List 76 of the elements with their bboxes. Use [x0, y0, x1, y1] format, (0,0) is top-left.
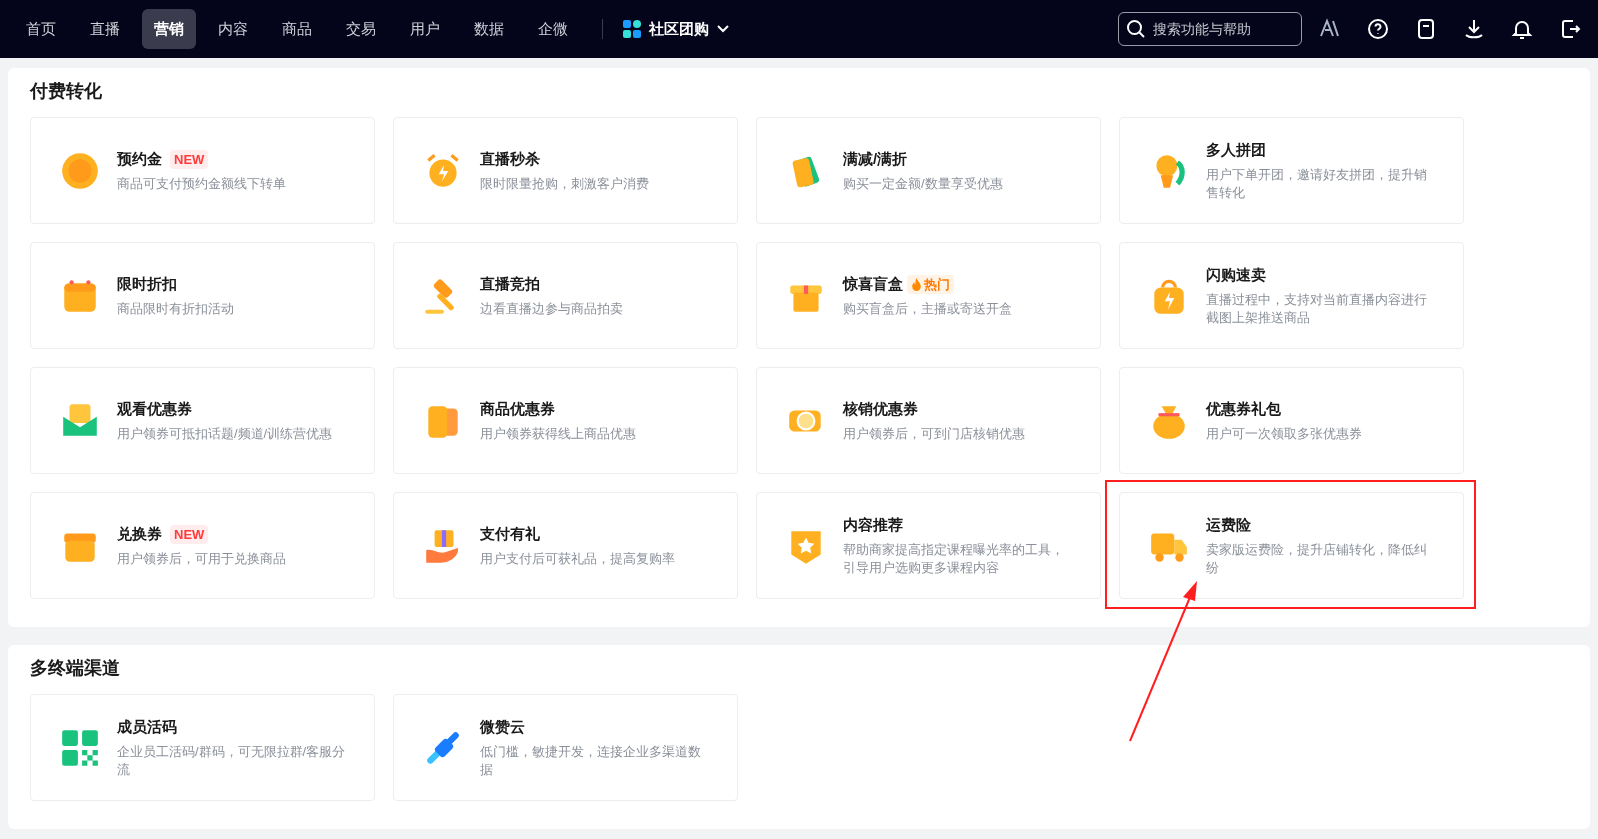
help-icon[interactable] [1366, 17, 1390, 41]
card-title: 微赞云 [480, 717, 525, 738]
card-title: 闪购速卖 [1206, 265, 1266, 286]
search-icon [1126, 19, 1146, 39]
card-description: 用户领券后，可用于兑换商品 [117, 549, 286, 568]
feature-card[interactable]: 商品优惠券 用户领券获得线上商品优惠 [393, 367, 738, 474]
workspace-dropdown[interactable]: 社区团购 [615, 17, 737, 41]
card-description: 购买一定金额/数量享受优惠 [843, 174, 1003, 193]
chevron-down-icon [717, 25, 729, 33]
card-description: 商品可支付预约金额线下转单 [117, 174, 286, 193]
feature-card[interactable]: 预约金 NEW 商品可支付预约金额线下转单 [30, 117, 375, 224]
card-description: 用户领券获得线上商品优惠 [480, 424, 636, 443]
card-title: 内容推荐 [843, 515, 903, 536]
nav-tab[interactable]: 内容 [206, 9, 260, 49]
card-title: 惊喜盲盒 [843, 274, 903, 295]
card-title: 直播秒杀 [480, 149, 540, 170]
card-title: 限时折扣 [117, 274, 177, 295]
card-title: 多人拼团 [1206, 140, 1266, 161]
nav-tab[interactable]: 数据 [462, 9, 516, 49]
feature-card[interactable]: 惊喜盲盒 热门 购买盲盒后，主播或寄送开盒 [756, 242, 1101, 349]
card-title: 成员活码 [117, 717, 177, 738]
card-description: 限时限量抢购，刺激客户消费 [480, 174, 649, 193]
nav-tab[interactable]: 营销 [142, 9, 196, 49]
nav-tab[interactable]: 用户 [398, 9, 452, 49]
card-title: 观看优惠券 [117, 399, 192, 420]
nav-tab[interactable]: 企微 [526, 9, 580, 49]
card-description: 直播过程中，支持对当前直播内容进行截图上架推送商品 [1206, 290, 1428, 327]
card-title: 满减/满折 [843, 149, 908, 170]
card-title: 商品优惠券 [480, 399, 555, 420]
card-description: 边看直播边参与商品拍卖 [480, 299, 623, 318]
feature-card[interactable]: 内容推荐 帮助商家提高指定课程曝光率的工具，引导用户选购更多课程内容 [756, 492, 1101, 599]
card-description: 购买盲盒后，主播或寄送开盒 [843, 299, 1012, 318]
feature-card[interactable]: 兑换券 NEW 用户领券后，可用于兑换商品 [30, 492, 375, 599]
card-description: 商品限时有折扣活动 [117, 299, 234, 318]
card-title: 核销优惠券 [843, 399, 918, 420]
feature-card[interactable]: 满减/满折 购买一定金额/数量享受优惠 [756, 117, 1101, 224]
card-title: 兑换券 [117, 524, 162, 545]
feature-card[interactable]: 观看优惠券 用户领券可抵扣话题/频道/训练营优惠 [30, 367, 375, 474]
feature-card[interactable]: 直播竞拍 边看直播边参与商品拍卖 [393, 242, 738, 349]
card-description: 用户领券后，可到门店核销优惠 [843, 424, 1025, 443]
card-title: 直播竞拍 [480, 274, 540, 295]
section-title: 多终端渠道 [30, 657, 121, 680]
feature-card[interactable]: 微赞云 低门槛，敏捷开发，连接企业多渠道数据 [393, 694, 738, 801]
feature-card[interactable]: 运费险 卖家版运费险，提升店铺转化，降低纠纷 [1119, 492, 1464, 599]
download-icon[interactable] [1462, 17, 1486, 41]
card-description: 用户领券可抵扣话题/频道/训练营优惠 [117, 424, 333, 443]
feature-card[interactable]: 成员活码 企业员工活码/群码，可无限拉群/客服分流 [30, 694, 375, 801]
card-description: 卖家版运费险，提升店铺转化，降低纠纷 [1206, 540, 1428, 577]
card-title: 优惠券礼包 [1206, 399, 1281, 420]
card-title: 支付有礼 [480, 524, 540, 545]
new-badge: NEW [170, 524, 209, 545]
feature-card[interactable]: 多人拼团 用户下单开团，邀请好友拼团，提升销售转化 [1119, 117, 1464, 224]
nav-tab[interactable]: 首页 [14, 9, 68, 49]
card-title: 预约金 [117, 149, 162, 170]
section-title: 付费转化 [30, 80, 103, 103]
nav-tab[interactable]: 直播 [78, 9, 132, 49]
feature-card[interactable]: 核销优惠券 用户领券后，可到门店核销优惠 [756, 367, 1101, 474]
feature-card[interactable]: 限时折扣 商品限时有折扣活动 [30, 242, 375, 349]
card-description: 用户支付后可获礼品，提高复购率 [480, 549, 675, 568]
card-description: 用户可一次领取多张优惠券 [1206, 424, 1362, 443]
nav-tab[interactable]: 商品 [270, 9, 324, 49]
new-badge: NEW [170, 149, 209, 170]
nav-tab[interactable]: 交易 [334, 9, 388, 49]
card-description: 低门槛，敏捷开发，连接企业多渠道数据 [480, 742, 702, 779]
card-description: 帮助商家提高指定课程曝光率的工具，引导用户选购更多课程内容 [843, 540, 1065, 577]
search-field[interactable]: 搜索功能与帮助 [1118, 12, 1302, 46]
hot-badge: 热门 [907, 274, 954, 295]
feature-card[interactable]: 优惠券礼包 用户可一次领取多张优惠券 [1119, 367, 1464, 474]
grid-icon [623, 20, 641, 38]
feature-card[interactable]: 直播秒杀 限时限量抢购，刺激客户消费 [393, 117, 738, 224]
card-description: 企业员工活码/群码，可无限拉群/客服分流 [117, 742, 347, 779]
flame-icon [911, 277, 922, 292]
card-title: 运费险 [1206, 515, 1251, 536]
card-description: 用户下单开团，邀请好友拼团，提升销售转化 [1206, 165, 1428, 202]
feature-card[interactable]: 支付有礼 用户支付后可获礼品，提高复购率 [393, 492, 738, 599]
feature-card[interactable]: 闪购速卖 直播过程中，支持对当前直播内容进行截图上架推送商品 [1119, 242, 1464, 349]
